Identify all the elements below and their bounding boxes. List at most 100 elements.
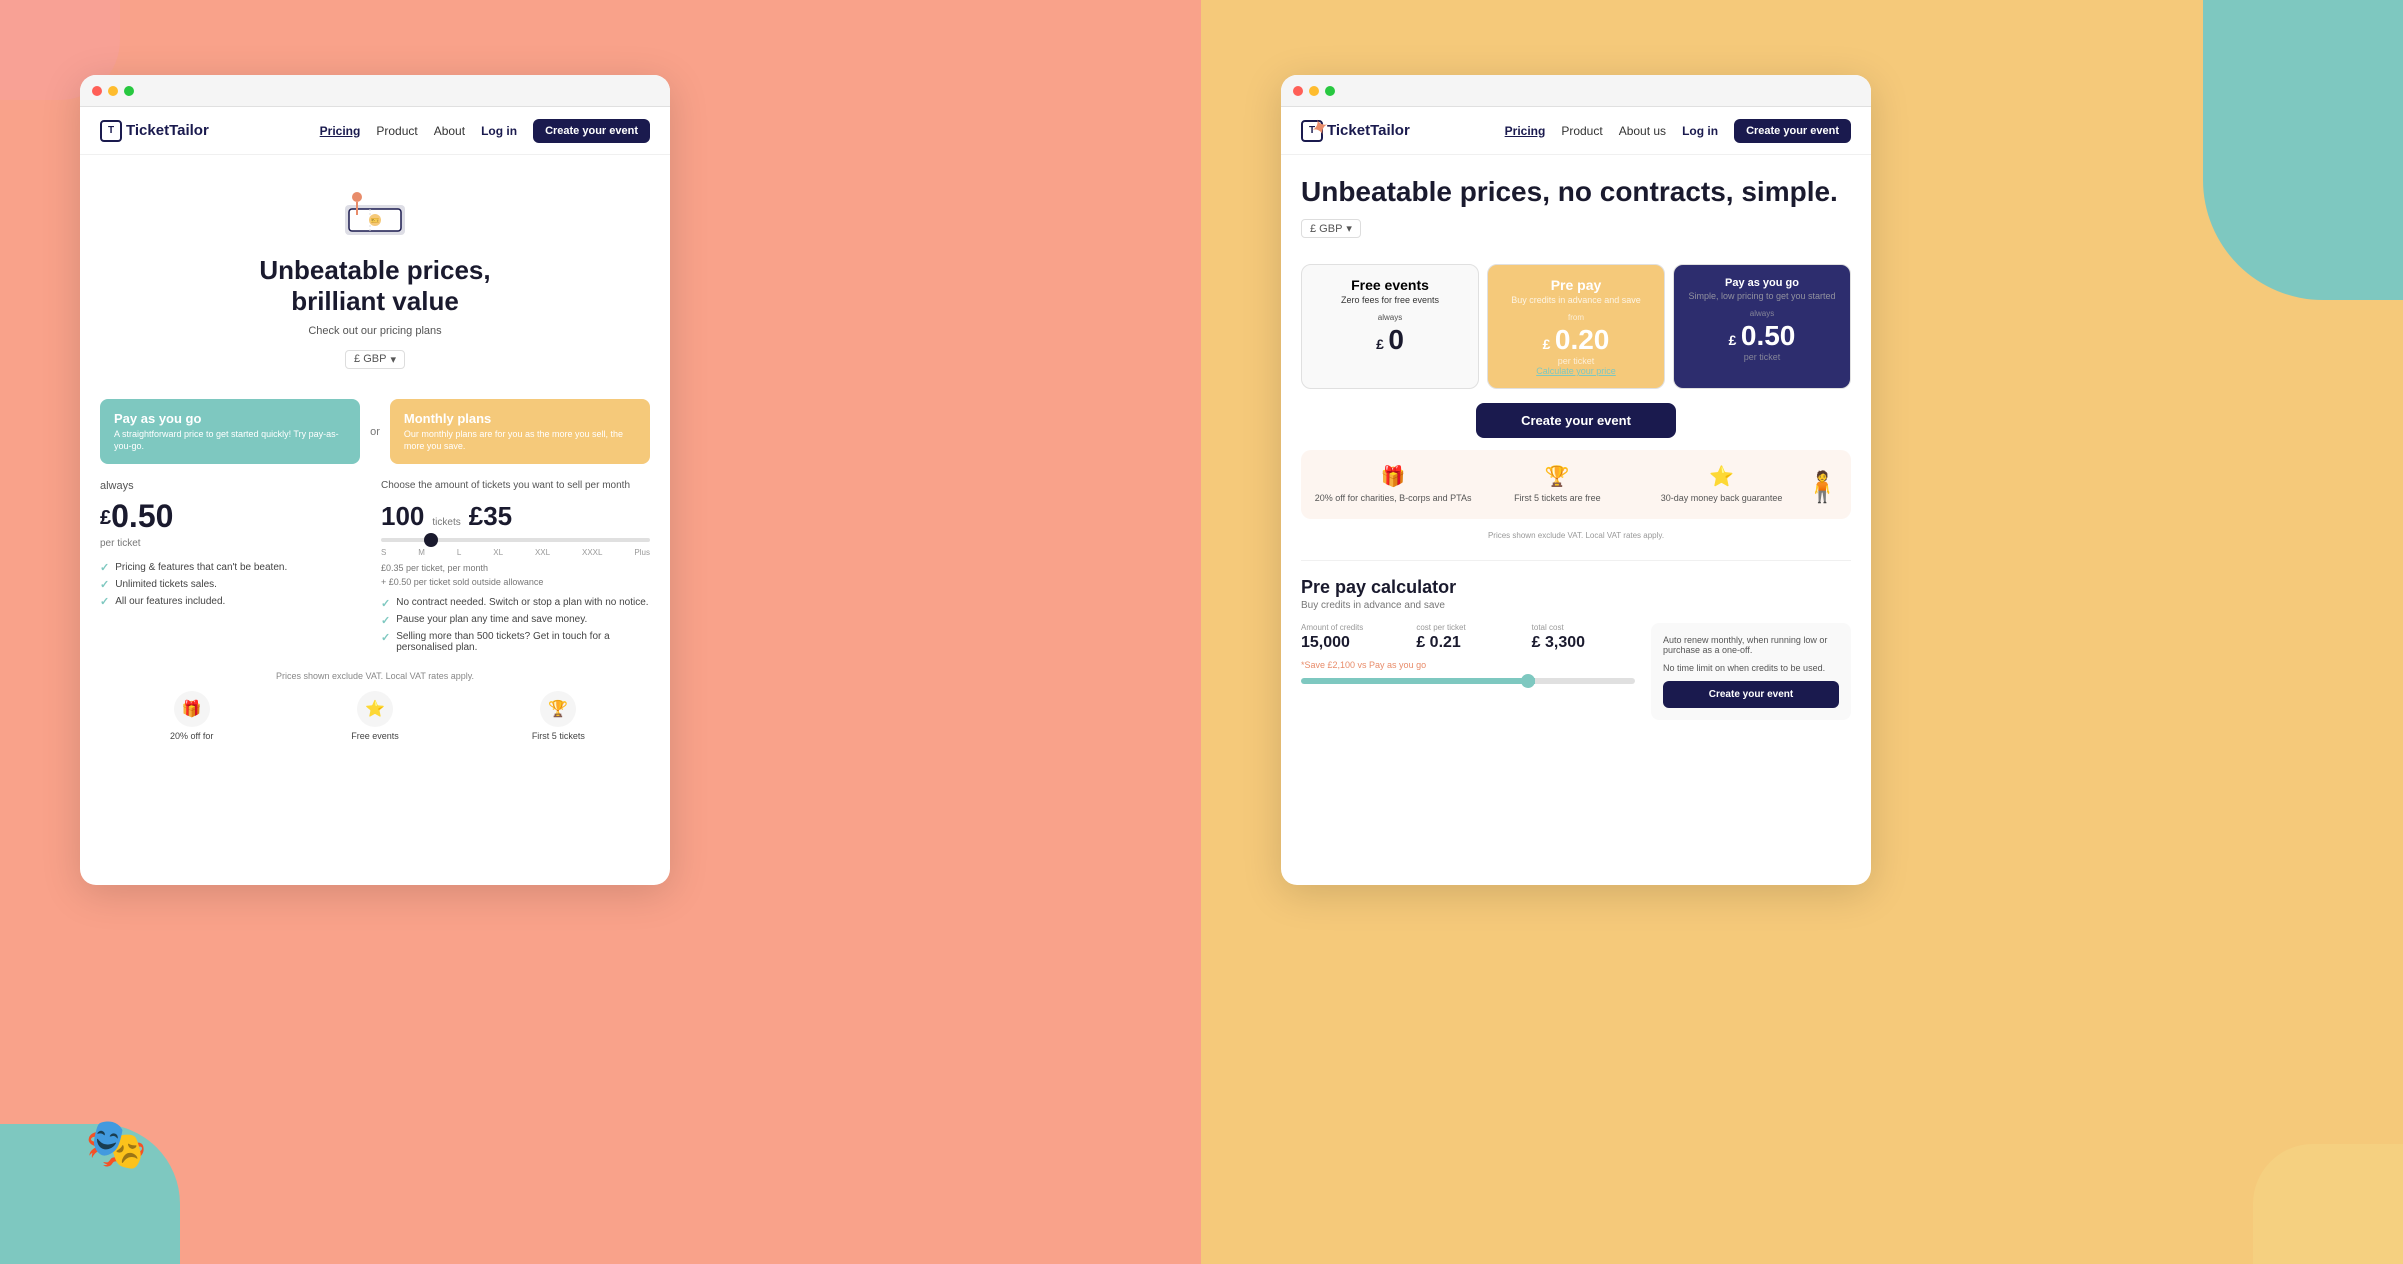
benefit-charity: 🎁 20% off for charities, B-corps and PTA… [1311,464,1475,505]
nav-link-pricing-right[interactable]: Pricing [1505,124,1546,138]
monthly-intro: Choose the amount of tickets you want to… [381,480,650,491]
toggle-or: or [360,399,390,464]
benefit-first5-text: First 5 tickets are free [1475,493,1639,505]
calc-cta-button[interactable]: Create your event [1663,681,1839,708]
toggle-payg-desc: A straightforward price to get started q… [114,429,346,452]
browser-window-right: T TicketTailor Pricing Product About us … [1281,75,1871,885]
browser-dot-yellow [108,86,118,96]
nav-link-about-right[interactable]: About us [1619,124,1666,138]
nav-link-about-left[interactable]: About [434,124,465,138]
decorative-shape-yellow-right [2253,1144,2403,1264]
monthly-pricing-note2: + £0.50 per ticket sold outside allowanc… [381,577,650,587]
calculator-section: Pre pay calculator Buy credits in advanc… [1301,560,1851,736]
pricing-card-free[interactable]: Free events Zero fees for free events al… [1301,264,1479,389]
calc-field-cost: cost per ticket £ 0.21 [1416,623,1519,652]
illus-person-benefits: 🧍 [1804,470,1841,505]
svg-text:🎫: 🎫 [371,218,380,225]
calc-side-note2: No time limit on when credits to be used… [1663,663,1839,673]
payg-detail: always £0.50 per ticket ✓Pricing & featu… [100,480,369,663]
payg-price-label: always [100,480,369,492]
monthly-slider[interactable] [381,538,650,542]
calc-title: Pre pay calculator [1301,577,1851,598]
benefits-row-right: 🎁 20% off for charities, B-corps and PTA… [1301,450,1851,519]
payg-feature-1: ✓Pricing & features that can't be beaten… [100,559,369,576]
card-payg-price: £ 0.50 [1686,320,1838,352]
nav-cta-right[interactable]: Create your event [1734,119,1851,143]
payg-feature-2: ✓Unlimited tickets sales. [100,576,369,593]
browser-chrome-right [1281,75,1871,107]
logo-text-right: TicketTailor [1327,122,1410,139]
card-free-subtitle: Zero fees for free events [1314,295,1466,305]
card-prepay-price: £ 0.20 [1500,324,1652,356]
currency-selector-right[interactable]: £ GBP ▾ [1301,219,1361,238]
hero-title-right: Unbeatable prices, no contracts, simple. [1301,175,1851,209]
nav-link-pricing-left[interactable]: Pricing [320,124,361,138]
payg-price-unit: per ticket [100,538,369,549]
toggle-monthly-title: Monthly plans [404,411,636,426]
card-prepay-link[interactable]: Calculate your price [1500,366,1652,376]
browser-window-left: T TicketTailor Pricing Product About Log… [80,75,670,885]
nav-login-left[interactable]: Log in [481,124,517,138]
benefit-charity-text: 20% off for charities, B-corps and PTAs [1311,493,1475,505]
card-prepay-unit: per ticket [1500,356,1652,366]
monthly-feature-2: ✓Pause your plan any time and save money… [381,612,650,629]
payg-feature-3: ✓All our features included. [100,593,369,610]
nav-link-product-right[interactable]: Product [1561,124,1602,138]
card-prepay-label: from [1500,313,1652,322]
illus-figure-left: 🎭 [85,1115,147,1174]
browser-dot-green [124,86,134,96]
toggle-monthly-desc: Our monthly plans are for you as the mor… [404,429,636,452]
benefits-note-right: Prices shown exclude VAT. Local VAT rate… [1301,531,1851,540]
card-prepay-subtitle: Buy credits in advance and save [1500,295,1652,305]
nav-bar-right: T TicketTailor Pricing Product About us … [1281,107,1871,155]
logo-left[interactable]: T TicketTailor [100,120,209,142]
nav-cta-left[interactable]: Create your event [533,119,650,143]
pricing-card-prepay[interactable]: Pre pay Buy credits in advance and save … [1487,264,1665,389]
card-payg-title: Pay as you go [1686,277,1838,289]
nav-links-right: Pricing Product About us Log in Create y… [1505,119,1851,143]
nav-link-product-left[interactable]: Product [376,124,417,138]
browser-dot-yellow-right [1309,86,1319,96]
card-prepay-title: Pre pay [1500,277,1652,293]
browser-chrome-left [80,75,670,107]
left-panel: T TicketTailor Pricing Product About Log… [0,0,1201,1264]
calc-left: Amount of credits 15,000 cost per ticket… [1301,623,1635,692]
pricing-cards-right: Free events Zero fees for free events al… [1301,264,1851,389]
pricing-toggle-left: Pay as you go A straightforward price to… [100,399,650,464]
nav-login-right[interactable]: Log in [1682,124,1718,138]
payg-features: ✓Pricing & features that can't be beaten… [100,559,369,610]
calc-row: Amount of credits 15,000 cost per ticket… [1301,623,1851,720]
calc-side-note1: Auto renew monthly, when running low or … [1663,635,1839,655]
card-payg-subtitle: Simple, low pricing to get you started [1686,291,1838,301]
bottom-icon-first5: 🏆 First 5 tickets [467,691,650,743]
calc-field-credits: Amount of credits 15,000 [1301,623,1404,652]
bottom-note-left: Prices shown exclude VAT. Local VAT rate… [100,671,650,681]
calc-save-note: *Save £2,100 vs Pay as you go [1301,660,1635,670]
toggle-payg[interactable]: Pay as you go A straightforward price to… [100,399,360,464]
logo-icon-left: T [100,120,122,142]
toggle-payg-title: Pay as you go [114,411,346,426]
currency-selector-left[interactable]: £ GBP ▾ [345,350,405,369]
pricing-card-payg[interactable]: Pay as you go Simple, low pricing to get… [1673,264,1851,389]
benefit-charity-icon: 🎁 [1311,464,1475,489]
monthly-feature-1: ✓No contract needed. Switch or stop a pl… [381,595,650,612]
calc-fields: Amount of credits 15,000 cost per ticket… [1301,623,1635,652]
browser-dot-red [92,86,102,96]
benefit-first5: 🏆 First 5 tickets are free [1475,464,1639,505]
card-free-label: always [1314,313,1466,322]
hero-title-left: Unbeatable prices, brilliant value [100,255,650,317]
pricing-detail-row: always £0.50 per ticket ✓Pricing & featu… [100,480,650,663]
benefit-moneyback-text: 30-day money back guarantee [1639,493,1803,505]
cta-create-event-right[interactable]: Create your event [1476,403,1676,438]
card-payg-unit: per ticket [1686,352,1838,362]
calc-slider[interactable] [1301,678,1635,684]
ticket-count: 100 tickets £35 [381,501,650,532]
benefit-money-back: ⭐ 30-day money back guarantee [1639,464,1803,505]
card-free-price: £ 0 [1314,324,1466,356]
toggle-monthly[interactable]: Monthly plans Our monthly plans are for … [390,399,650,464]
bottom-icon-charity: 🎁 20% off for [100,691,283,743]
calc-field-total: total cost £ 3,300 [1532,623,1635,652]
page-content-right: ✦ Unbeatable prices, no contracts, simpl… [1281,155,1871,756]
decorative-shape-teal-right [2203,0,2403,300]
slider-labels: SMLXLXXLXXXLPlus [381,548,650,557]
